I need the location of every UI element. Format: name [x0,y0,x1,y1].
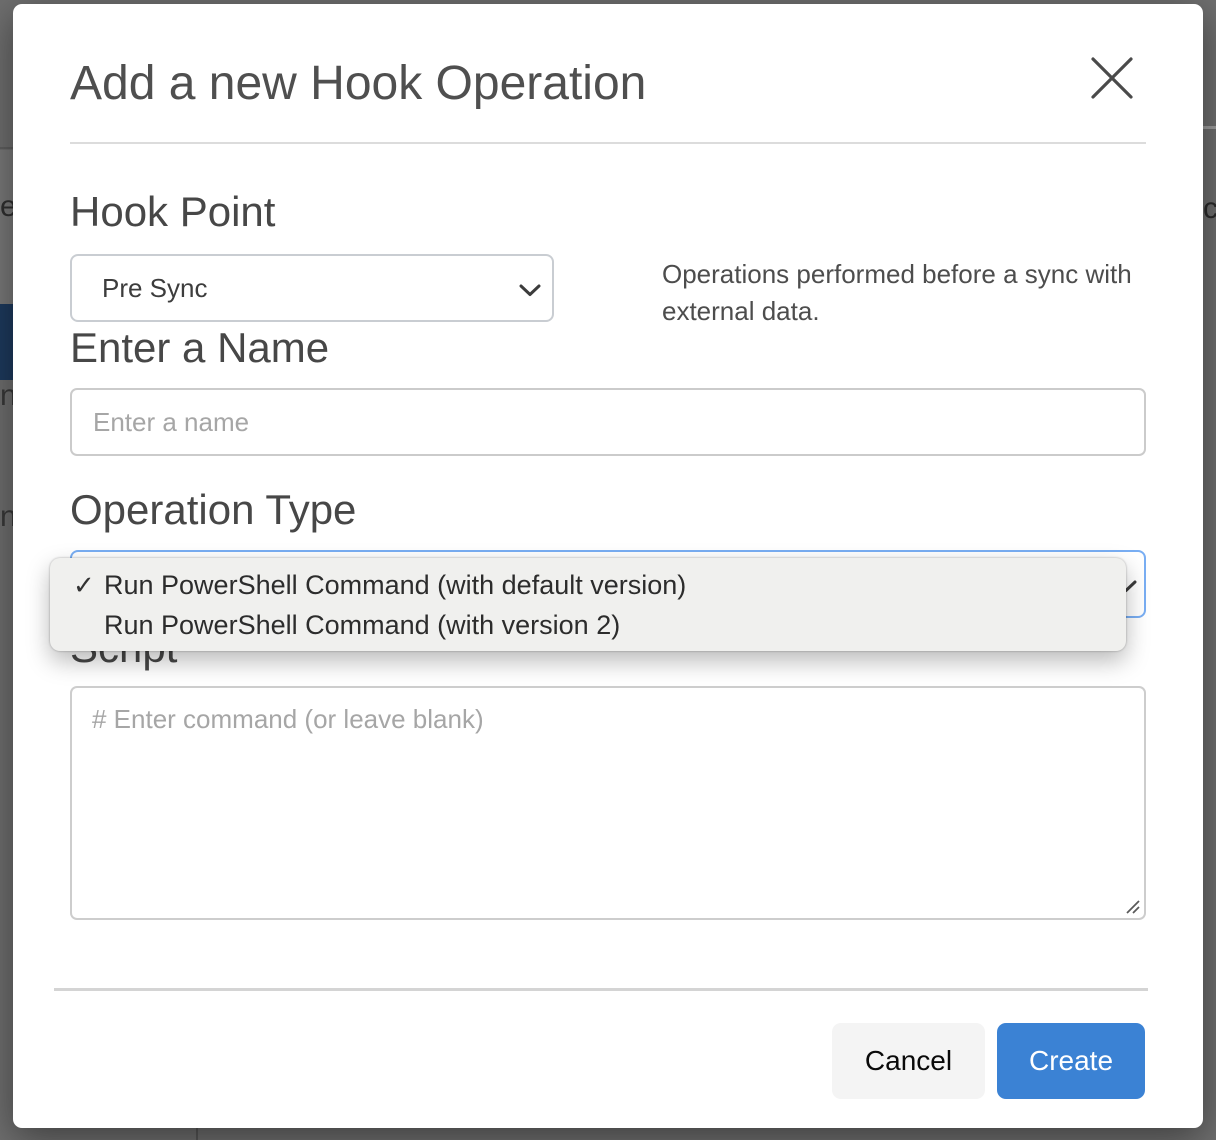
backdrop-text-fragment: n [0,379,13,413]
backdrop-sidebar-border [196,1128,198,1140]
header-divider [70,142,1146,144]
close-button[interactable] [1085,51,1139,105]
name-label: Enter a Name [70,324,329,372]
dropdown-option-default-version[interactable]: ✓ Run PowerShell Command (with default v… [50,565,1126,605]
backdrop-text-fragment: c [1203,192,1216,226]
resize-handle-icon[interactable] [1125,899,1141,915]
name-input[interactable] [70,388,1146,456]
hook-point-select[interactable]: Pre Sync [70,254,554,322]
dropdown-option-label: Run PowerShell Command (with version 2) [104,605,620,645]
dialog-title: Add a new Hook Operation [70,56,646,112]
script-textarea[interactable] [72,688,1144,918]
hook-point-selected-value: Pre Sync [102,273,208,304]
add-hook-operation-dialog: Add a new Hook Operation Hook Point Pre … [13,4,1203,1128]
footer-divider [54,988,1148,991]
backdrop-sidebar-active-item [0,304,13,380]
dropdown-option-version-2[interactable]: Run PowerShell Command (with version 2) [50,605,1126,645]
create-button[interactable]: Create [997,1023,1145,1099]
close-icon [1088,54,1136,102]
operation-type-label: Operation Type [70,486,356,534]
dropdown-option-label: Run PowerShell Command (with default ver… [104,565,686,605]
script-textarea-container [70,686,1146,920]
backdrop-text-fragment: n [0,500,13,534]
checkmark-icon: ✓ [73,565,95,605]
backdrop-divider-right [1203,126,1216,129]
chevron-down-icon [519,284,541,302]
backdrop-text-fragment: e [0,190,13,224]
backdrop-region-left [0,150,13,304]
cancel-button[interactable]: Cancel [832,1023,985,1099]
hook-point-helper-text: Operations performed before a sync with … [662,256,1137,330]
hook-point-label: Hook Point [70,188,275,236]
backdrop-divider-left [0,147,13,149]
operation-type-dropdown-menu: ✓ Run PowerShell Command (with default v… [50,558,1126,651]
